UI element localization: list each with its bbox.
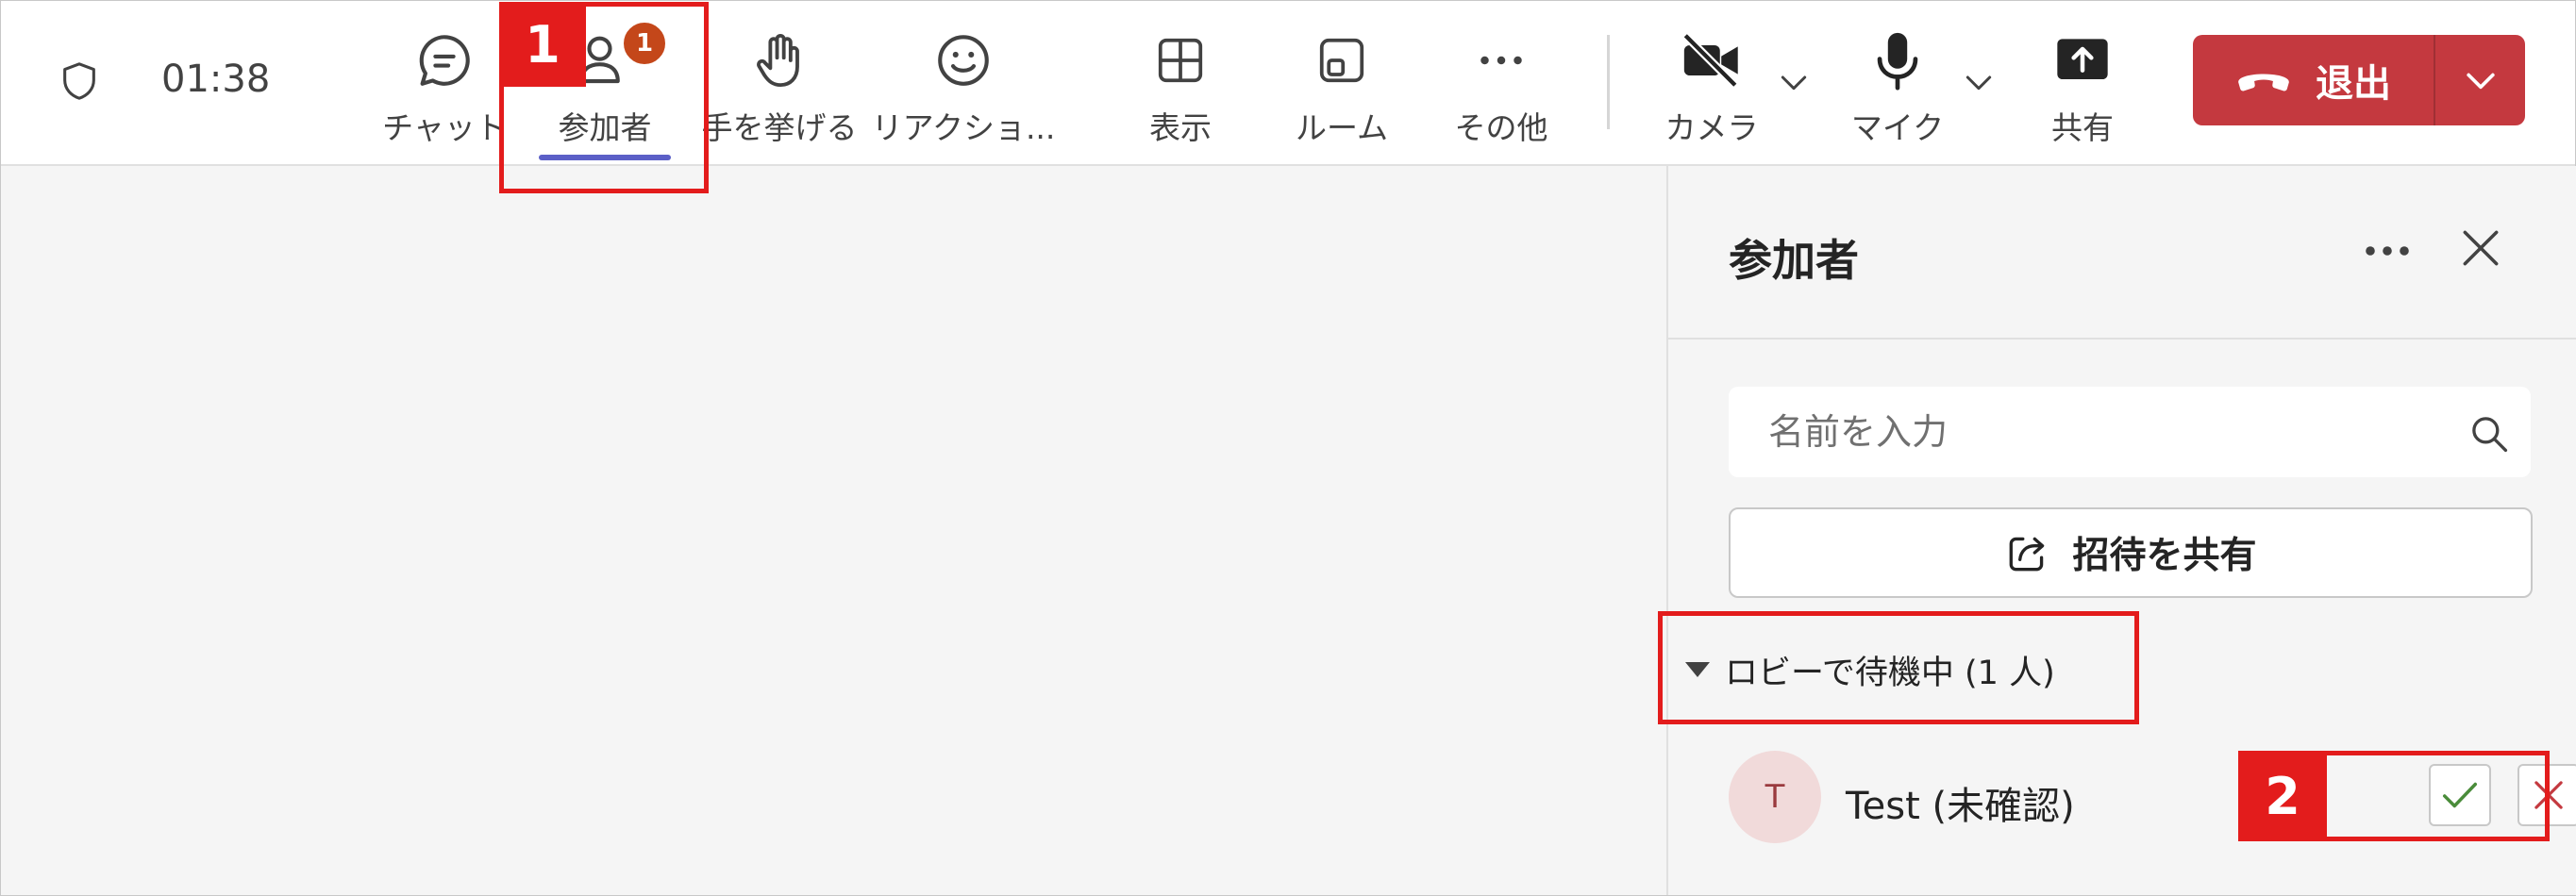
- share-invite-label: 招待を共有: [2072, 535, 2257, 577]
- raise-hand-label: 手を挙げる: [701, 109, 858, 146]
- view-label: 表示: [1149, 109, 1212, 146]
- participant-name: Test (未確認): [1846, 785, 2075, 828]
- share-screen-icon: [2057, 39, 2108, 79]
- mic-options-chevron-icon[interactable]: [1960, 63, 1998, 101]
- share-label: 共有: [2051, 109, 2114, 146]
- grid-view-icon: [1158, 38, 1203, 83]
- panel-header-divider: [1668, 338, 2576, 340]
- camera-off-icon: [1682, 32, 1738, 89]
- reactions-button[interactable]: リアクショ...: [872, 27, 1055, 150]
- more-horizontal-icon: [1480, 56, 1522, 65]
- hand-icon: [757, 33, 799, 88]
- search-icon[interactable]: [2468, 413, 2510, 455]
- raise-hand-button[interactable]: 手を挙げる: [699, 27, 860, 150]
- rooms-button[interactable]: ルーム: [1262, 27, 1422, 150]
- meeting-toolbar: 01:38 チャット 参加者 1 手を挙げる リアクショ... 表示 ルーム そ…: [1, 1, 2575, 166]
- toolbar-divider: [1607, 35, 1610, 129]
- smile-icon: [938, 35, 989, 86]
- panel-title: 参加者: [1729, 235, 1859, 286]
- rooms-label: ルーム: [1295, 109, 1388, 146]
- step1-number-badge: 1: [499, 2, 586, 87]
- camera-label: カメラ: [1664, 109, 1759, 146]
- microphone-icon: [1877, 32, 1918, 91]
- mic-label: マイク: [1850, 109, 1945, 146]
- chat-icon: [419, 35, 470, 86]
- lobby-highlight-box: [1658, 611, 2139, 724]
- phone-hangup-icon: [2238, 74, 2289, 91]
- step2-number-badge: 2: [2238, 751, 2327, 841]
- close-icon[interactable]: [2457, 224, 2504, 272]
- meeting-timer: 01:38: [161, 58, 271, 101]
- chat-label: チャット: [382, 109, 507, 146]
- rooms-icon: [1319, 38, 1364, 83]
- leave-button-group: 退出: [2193, 35, 2525, 125]
- panel-more-options-icon[interactable]: [2361, 232, 2414, 270]
- leave-label: 退出: [2316, 62, 2391, 106]
- camera-options-chevron-icon[interactable]: [1775, 63, 1813, 101]
- view-button[interactable]: 表示: [1100, 27, 1261, 150]
- share-link-icon: [2010, 537, 2045, 572]
- leave-button[interactable]: 退出: [2193, 35, 2434, 125]
- camera-button[interactable]: カメラ: [1631, 27, 1792, 150]
- more-button[interactable]: その他: [1421, 27, 1581, 150]
- avatar: T: [1729, 751, 1821, 843]
- leave-options-button[interactable]: [2435, 59, 2525, 101]
- chevron-down-icon: [2466, 73, 2495, 90]
- participant-search-input[interactable]: [1729, 387, 2446, 477]
- mic-button[interactable]: マイク: [1817, 27, 1978, 150]
- shield-icon[interactable]: [58, 59, 101, 103]
- participant-search-box: [1729, 387, 2531, 477]
- share-invite-button[interactable]: 招待を共有: [1729, 507, 2533, 598]
- more-label: その他: [1454, 109, 1548, 146]
- share-button[interactable]: 共有: [2002, 27, 2163, 150]
- reactions-label: リアクショ...: [871, 109, 1056, 146]
